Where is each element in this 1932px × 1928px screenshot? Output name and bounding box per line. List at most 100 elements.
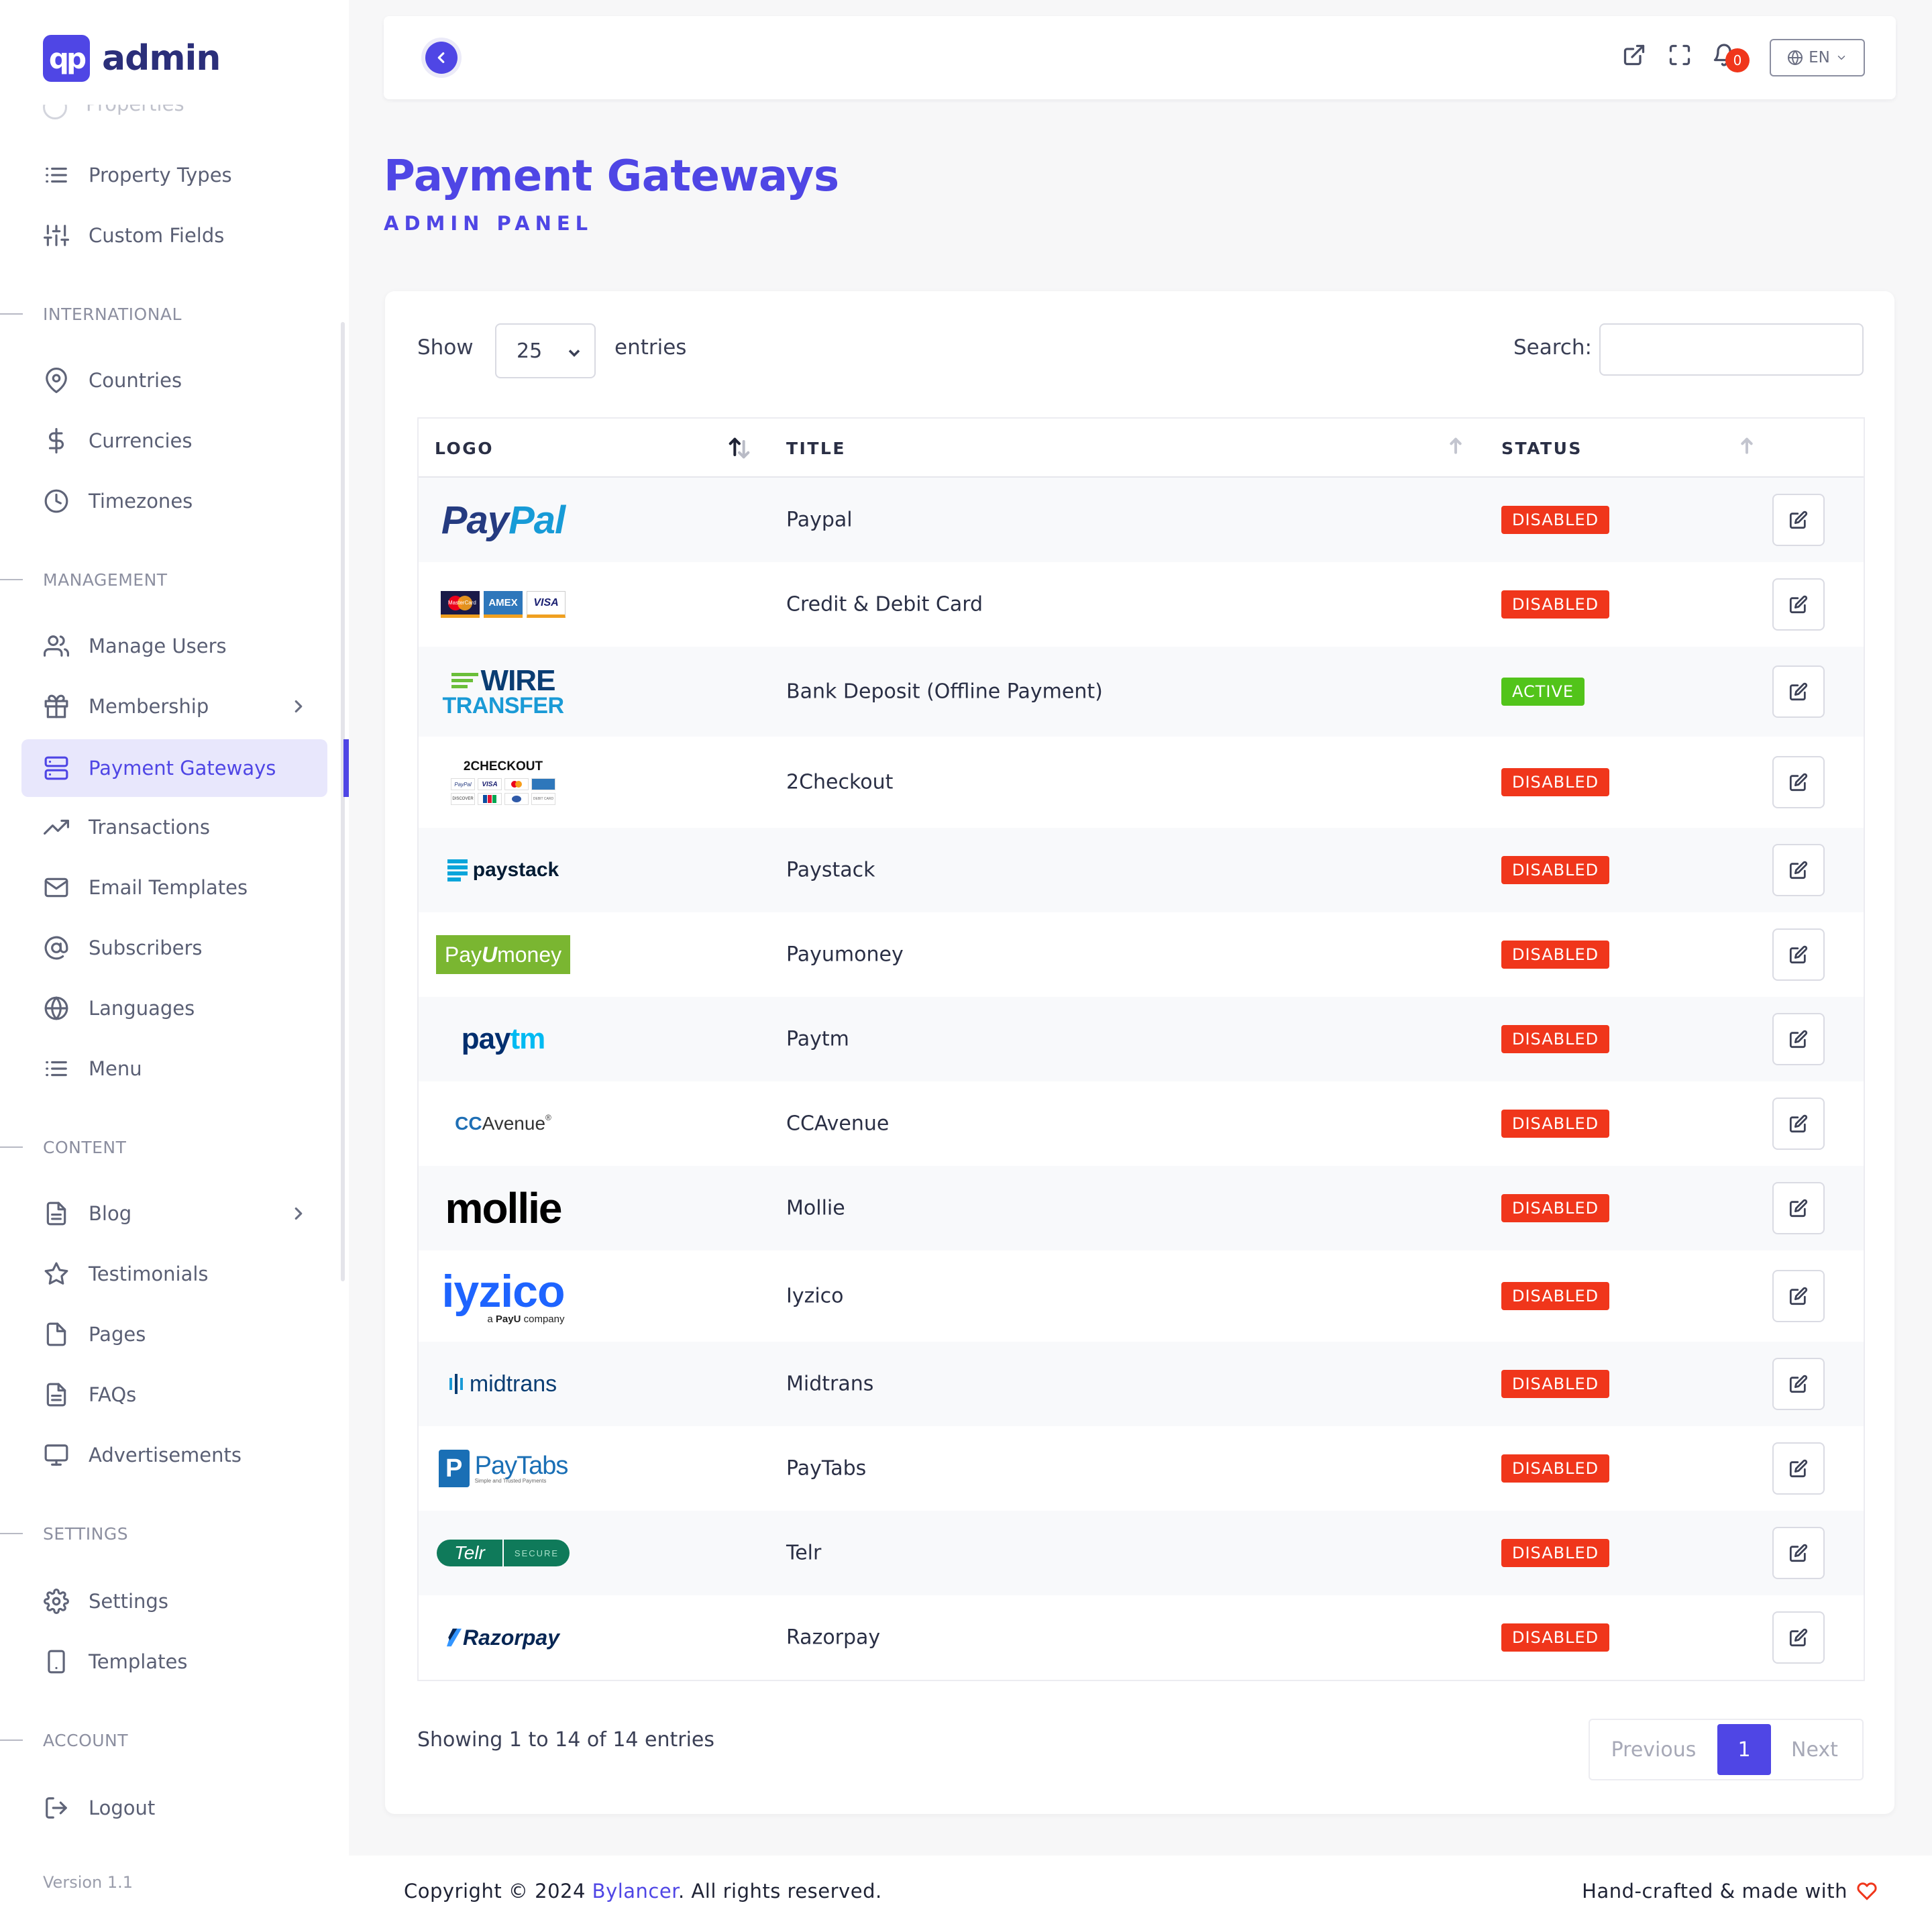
sidebar-item-templates[interactable]: Templates	[21, 1633, 327, 1691]
sort-icon[interactable]	[1442, 435, 1469, 462]
globe-icon	[1788, 50, 1803, 65]
sidebar-item-languages[interactable]: Languages	[21, 979, 327, 1037]
sidebar-item-transactions[interactable]: Transactions	[21, 798, 327, 856]
edit-button[interactable]	[1772, 665, 1825, 718]
previous-button[interactable]: Previous	[1590, 1738, 1717, 1762]
table-row: MasterCard AMEX VISA Credit & Debit Card…	[419, 562, 1864, 647]
status-badge: DISABLED	[1501, 1025, 1610, 1053]
entries-select[interactable]: 25	[495, 323, 596, 378]
edit-icon	[1789, 682, 1808, 701]
fullscreen-icon[interactable]	[1668, 43, 1695, 70]
edit-button[interactable]	[1772, 1611, 1825, 1664]
sidebar-item-blog[interactable]: Blog	[21, 1185, 327, 1242]
status-badge: DISABLED	[1501, 941, 1610, 969]
table-row: Telr SECURE Telr DISABLED	[419, 1511, 1864, 1595]
wire-transfer-logo: WIRE TRANSFER	[442, 663, 564, 718]
table-row: mollie Mollie DISABLED	[419, 1166, 1864, 1250]
brand-logo: qp	[43, 35, 90, 82]
paytabs-logo: P PayTabs Simple and Trusted Payments	[435, 1438, 572, 1499]
status-badge: DISABLED	[1501, 506, 1610, 534]
edit-button[interactable]	[1772, 1442, 1825, 1495]
status-badge: DISABLED	[1501, 768, 1610, 796]
sidebar-item-pages[interactable]: Pages	[21, 1305, 327, 1363]
map-pin-icon	[43, 367, 70, 394]
section-label: INTERNATIONAL	[43, 304, 182, 324]
edit-button[interactable]	[1772, 1013, 1825, 1065]
sidebar-item-custom-fields[interactable]: Custom Fields	[21, 207, 327, 264]
section-label: SETTINGS	[43, 1523, 129, 1544]
mastercard-icon: MasterCard	[441, 591, 480, 618]
sidebar-item-menu[interactable]: Menu	[21, 1040, 327, 1097]
table-row: WIRE TRANSFER Bank Deposit (Offline Paym…	[419, 647, 1864, 737]
status-badge: DISABLED	[1501, 1370, 1610, 1398]
iyzico-logo: iyzico a PayU company	[441, 1265, 566, 1325]
edit-button[interactable]	[1772, 1270, 1825, 1322]
star-icon	[43, 1261, 70, 1287]
gateway-title: CCAvenue	[786, 1112, 890, 1136]
sidebar-item-settings[interactable]: Settings	[21, 1572, 327, 1630]
status-badge: DISABLED	[1501, 1623, 1610, 1652]
edit-icon	[1789, 1375, 1808, 1393]
midtrans-logo: midtrans	[435, 1354, 572, 1414]
search-input[interactable]	[1599, 323, 1864, 376]
sidebar-item-advertisements[interactable]: Advertisements	[21, 1426, 327, 1484]
sidebar-item-label: Custom Fields	[89, 224, 225, 247]
table-row: Pay Umoney Payumoney DISABLED	[419, 912, 1864, 997]
sort-asc-icon[interactable]	[726, 435, 753, 462]
next-button[interactable]: Next	[1771, 1738, 1858, 1762]
sidebar-item-currencies[interactable]: Currencies	[21, 412, 327, 470]
brand[interactable]: qp admin	[43, 35, 221, 82]
sidebar-item-membership[interactable]: Membership	[21, 678, 327, 735]
sidebar-item-payment-gateways[interactable]: Payment Gateways	[21, 739, 327, 797]
gateway-title: Paypal	[786, 508, 853, 532]
edit-button[interactable]	[1772, 928, 1825, 981]
notification-badge: 0	[1725, 48, 1750, 72]
back-button[interactable]	[421, 38, 462, 78]
sidebar-item-timezones[interactable]: Timezones	[21, 472, 327, 530]
telr-logo: Telr SECURE	[435, 1523, 572, 1583]
sidebar-item-faqs[interactable]: FAQs	[21, 1366, 327, 1424]
sidebar-item-properties-partial[interactable]: Properties	[43, 105, 311, 127]
column-header-status[interactable]: STATUS	[1501, 439, 1582, 458]
sidebar-item-email-templates[interactable]: Email Templates	[21, 859, 327, 916]
globe-icon	[43, 995, 70, 1022]
edit-button[interactable]	[1772, 494, 1825, 546]
sidebar-item-subscribers[interactable]: Subscribers	[21, 919, 327, 977]
edit-button[interactable]	[1772, 1358, 1825, 1410]
edit-button[interactable]	[1772, 756, 1825, 808]
dollar-icon	[43, 427, 70, 454]
edit-icon	[1789, 945, 1808, 964]
page-1-button[interactable]: 1	[1717, 1724, 1771, 1775]
bylancer-link[interactable]: Bylancer	[592, 1880, 678, 1903]
column-header-logo[interactable]: LOGO	[435, 439, 494, 458]
status-badge: DISABLED	[1501, 856, 1610, 884]
gateways-table: LOGO TITLE STATUS PayPal Paypal DISABLED	[417, 417, 1865, 1681]
topbar: 0 EN	[384, 16, 1896, 99]
table-row: P PayTabs Simple and Trusted Payments Pa…	[419, 1426, 1864, 1511]
section-management: MANAGEMENT	[0, 566, 349, 593]
page-subtitle: ADMIN PANEL	[384, 212, 594, 235]
edit-button[interactable]	[1772, 1527, 1825, 1579]
payumoney-logo: Pay Umoney	[435, 924, 572, 985]
sidebar-item-testimonials[interactable]: Testimonials	[21, 1245, 327, 1303]
edit-button[interactable]	[1772, 578, 1825, 631]
gateway-title: PayTabs	[786, 1456, 867, 1481]
sidebar-item-logout[interactable]: Logout	[21, 1779, 327, 1837]
edit-button[interactable]	[1772, 1182, 1825, 1234]
sidebar-item-label: Email Templates	[89, 876, 248, 899]
sidebar-item-manage-users[interactable]: Manage Users	[21, 617, 327, 675]
edit-button[interactable]	[1772, 1097, 1825, 1150]
chevron-down-icon	[568, 350, 580, 357]
edit-icon	[1789, 1544, 1808, 1562]
edit-button[interactable]	[1772, 844, 1825, 896]
sidebar-item-countries[interactable]: Countries	[21, 352, 327, 409]
section-content: CONTENT	[0, 1134, 349, 1161]
column-header-title[interactable]: TITLE	[786, 439, 846, 458]
tablet-icon	[43, 1648, 70, 1675]
sort-icon[interactable]	[1733, 435, 1760, 462]
paystack-logo: paystack	[435, 840, 572, 900]
language-selector[interactable]: EN	[1770, 39, 1865, 76]
sidebar-item-label: Blog	[89, 1202, 132, 1225]
sidebar-item-property-types[interactable]: Property Types	[21, 146, 327, 204]
external-link-icon[interactable]	[1622, 43, 1649, 70]
